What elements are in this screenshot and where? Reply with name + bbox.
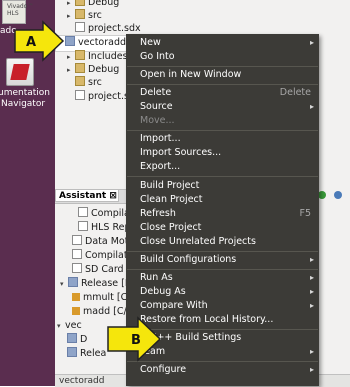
menu-item-source[interactable]: Source ▸ (126, 100, 319, 114)
submenu-arrow-icon: ▸ (309, 255, 314, 264)
report-icon (72, 263, 82, 273)
folder-icon (75, 0, 85, 6)
menu-separator (127, 176, 318, 177)
menu-item-move: Move... (140, 115, 175, 126)
expand-arrow-icon[interactable]: ▸ (67, 9, 75, 23)
assistant-item-d[interactable]: D (67, 333, 87, 347)
expand-arrow-icon[interactable]: ▸ (67, 50, 75, 64)
view-toolbar (318, 191, 350, 201)
menu-item-import-sources[interactable]: Import Sources... (126, 146, 319, 160)
expand-arrow-icon[interactable]: ▾ (60, 277, 68, 291)
folder-icon (75, 63, 85, 73)
menu-item-close-unrelated-projects[interactable]: Close Unrelated Projects (126, 235, 319, 249)
menu-item-run-as[interactable]: Run As ▸ (126, 271, 319, 285)
build-config-icon (68, 277, 78, 287)
menu-item-open-in-new-window[interactable]: Open in New Window (126, 68, 319, 82)
build-config-icon (67, 347, 77, 357)
run-icon[interactable] (318, 191, 326, 199)
assistant-item-data-moti[interactable]: Data Moti (72, 235, 131, 249)
menu-item-compare-with[interactable]: Compare With ▸ (126, 299, 319, 313)
assistant-item-relea[interactable]: Relea (67, 347, 106, 361)
submenu-arrow-icon: ▸ (309, 301, 314, 310)
report-icon (72, 249, 82, 259)
vivado-hls-label: Vivado™ HLS (7, 3, 34, 17)
status-text: vectoradd (59, 376, 105, 386)
submenu-arrow-icon: ▸ (309, 287, 314, 296)
docnav-label-2: Navigator (1, 99, 46, 109)
file-icon (75, 22, 85, 32)
submenu-arrow-icon: ▸ (309, 365, 314, 374)
menu-item-clean-project[interactable]: Clean Project (126, 193, 319, 207)
folder-icon (75, 9, 85, 19)
menu-item-delete[interactable]: Delete Delete (126, 86, 319, 100)
menu-separator (127, 130, 318, 131)
tree-item-src-1[interactable]: ▸ src (67, 9, 102, 23)
tree-item-debug-2[interactable]: ▸ Debug (67, 63, 119, 77)
callout-a-letter: A (26, 35, 36, 50)
submenu-arrow-icon: ▸ (309, 273, 314, 282)
menu-item-close-project[interactable]: Close Project (126, 221, 319, 235)
documentation-navigator-icon[interactable] (6, 58, 34, 86)
assistant-item-hls-rep[interactable]: HLS Rep (78, 221, 131, 235)
expand-arrow-icon[interactable]: ▸ (67, 63, 75, 77)
assistant-item-compilati[interactable]: Compilati (72, 249, 130, 263)
tab-assistant[interactable]: Assistant ⊠ (55, 189, 119, 202)
menu-separator (127, 84, 318, 85)
report-icon (78, 221, 88, 231)
callout-a-arrow-icon: A (14, 20, 65, 62)
settings-icon[interactable] (334, 191, 342, 199)
menu-separator (127, 66, 318, 67)
menu-item-configure[interactable]: Configure ▸ (126, 363, 319, 377)
submenu-arrow-icon: ▸ (309, 38, 314, 47)
hardware-function-icon (72, 307, 80, 315)
menu-item-go-into[interactable]: Go Into (126, 50, 319, 64)
assistant-item-compila[interactable]: Compila (78, 207, 130, 221)
tree-item-includes[interactable]: ▸ Includes (67, 50, 128, 64)
submenu-arrow-icon: ▸ (309, 347, 314, 356)
collapse-arrow-icon[interactable]: ▾ (57, 319, 65, 333)
tree-item-src-2[interactable]: src (67, 76, 102, 90)
callout-b-arrow-icon: B (107, 316, 162, 362)
folder-icon (75, 76, 85, 86)
menu-separator (127, 269, 318, 270)
folder-icon (75, 50, 85, 60)
menu-item-build-project[interactable]: Build Project (126, 179, 319, 193)
hardware-function-icon (72, 293, 80, 301)
assistant-item-mmult[interactable]: mmult [C/ (72, 291, 130, 305)
menu-item-debug-as[interactable]: Debug As ▸ (126, 285, 319, 299)
file-icon (75, 90, 85, 100)
menu-item-build-configurations[interactable]: Build Configurations ▸ (126, 253, 319, 267)
menu-item-export[interactable]: Export... (126, 160, 319, 174)
report-icon (72, 235, 82, 245)
tree-item-vectoradd[interactable]: ▾vectoradd (57, 36, 126, 50)
menu-item-import[interactable]: Import... (126, 132, 319, 146)
menu-item-new[interactable]: New ▸ (126, 36, 319, 50)
build-config-icon (67, 333, 77, 343)
assistant-item-vec[interactable]: ▾ vec (57, 319, 82, 333)
docnav-label-1: umentation (0, 88, 50, 98)
submenu-arrow-icon: ▸ (309, 102, 314, 111)
menu-separator (127, 251, 318, 252)
report-icon (78, 207, 88, 217)
project-icon (65, 36, 75, 46)
callout-b-letter: B (131, 333, 141, 348)
menu-item-refresh[interactable]: Refresh F5 (126, 207, 319, 221)
